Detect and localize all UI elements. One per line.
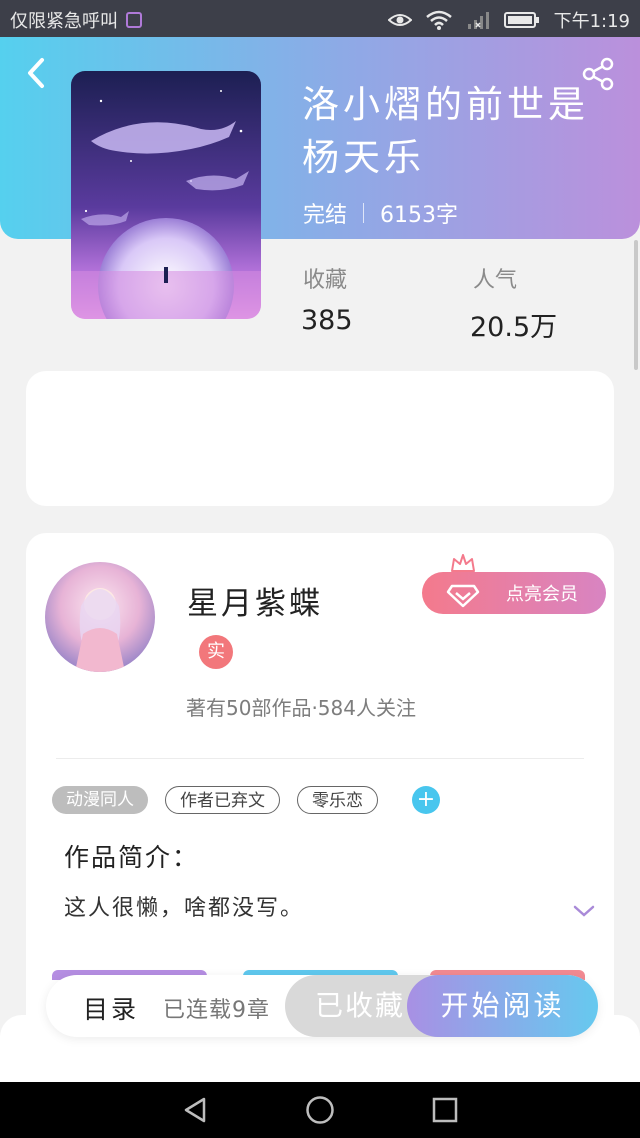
blank-card — [26, 371, 614, 506]
avatar[interactable] — [45, 562, 155, 672]
back-arrow-icon — [28, 58, 44, 88]
carrier-text: 仅限紧急呼叫 — [10, 11, 118, 32]
nav-home-icon[interactable] — [305, 1095, 335, 1125]
book-cover[interactable] — [71, 71, 261, 319]
wifi-icon — [425, 10, 452, 30]
verified-badge: 实 — [199, 635, 233, 669]
favorites-value: 385 — [301, 305, 353, 336]
book-status-row: 完结 6153字 — [303, 197, 458, 229]
plus-icon: + — [416, 787, 436, 812]
popularity-value: 20.5万 — [470, 312, 558, 343]
catalog-button[interactable]: 目录 — [83, 990, 139, 1026]
popularity-label: 人气 — [473, 268, 518, 293]
nav-recent-icon[interactable] — [432, 1097, 458, 1123]
tag-item[interactable]: 动漫同人 — [52, 786, 148, 814]
book-title: 洛小熠的前世是杨天乐 — [302, 83, 589, 179]
back-button[interactable] — [22, 56, 52, 90]
intro-text: 这人很懒，啥都没写。 — [64, 896, 305, 921]
book-status: 完结 — [303, 203, 348, 228]
favorites-label: 收藏 — [303, 268, 348, 293]
status-bar: 仅限紧急呼叫 下午1:19 — [0, 0, 640, 37]
word-count: 6153字 — [380, 203, 459, 228]
serial-status[interactable]: 已连载9章 — [163, 992, 270, 1024]
divider — [56, 758, 584, 759]
status-time: 下午1:19 — [553, 11, 630, 32]
scrollbar[interactable] — [634, 240, 638, 370]
signal-icon — [466, 10, 490, 30]
nav-back-icon[interactable] — [182, 1096, 210, 1124]
vip-button-label: 点亮会员 — [506, 584, 578, 605]
diamond-icon — [446, 584, 480, 608]
eye-comfort-icon — [387, 12, 412, 28]
author-name[interactable]: 星月紫蝶 — [187, 578, 323, 623]
status-divider — [363, 203, 365, 223]
tag-list: 动漫同人 作者已弃文 零乐恋 + — [52, 786, 440, 814]
intro-title: 作品简介： — [64, 843, 200, 872]
tag-item[interactable]: 零乐恋 — [297, 786, 378, 814]
crown-icon — [451, 554, 475, 572]
cover-image — [71, 71, 261, 319]
start-reading-button[interactable]: 开始阅读 — [407, 975, 598, 1037]
tag-item[interactable]: 作者已弃文 — [165, 786, 280, 814]
chevron-down-icon[interactable] — [572, 903, 596, 919]
author-avatar-image — [45, 562, 155, 672]
battery-icon — [503, 11, 540, 29]
picture-icon — [126, 12, 142, 28]
add-tag-button[interactable]: + — [412, 786, 440, 814]
author-meta: 著有50部作品·584人关注 — [186, 696, 416, 720]
